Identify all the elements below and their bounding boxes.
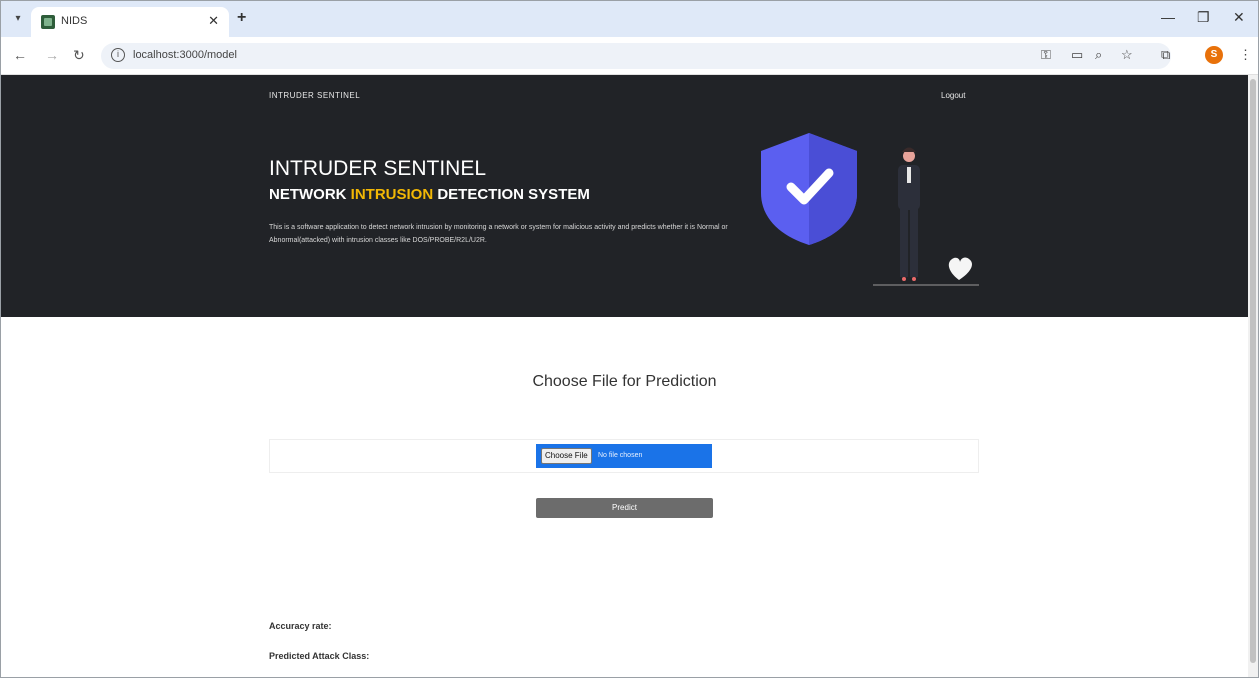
url-text[interactable]: localhost:3000/model: [133, 49, 237, 61]
page-title: Choose File for Prediction: [532, 373, 717, 390]
hero-title: INTRUDER SENTINEL: [269, 157, 487, 180]
predict-button[interactable]: Predict: [536, 498, 713, 518]
logout-link[interactable]: Logout: [941, 91, 965, 100]
browser-tab[interactable]: NIDS ✕: [31, 7, 229, 37]
more-icon[interactable]: ⋮: [1239, 47, 1252, 63]
tab-close-icon[interactable]: ✕: [208, 13, 219, 29]
brand-link[interactable]: INTRUDER SENTINEL: [269, 91, 360, 100]
accuracy-label: Accuracy rate:: [269, 621, 332, 631]
subtitle-accent: INTRUSION: [350, 186, 434, 203]
file-status-text: No file chosen: [598, 452, 643, 459]
minimize-icon[interactable]: —: [1161, 9, 1175, 25]
vertical-scrollbar[interactable]: [1248, 75, 1258, 677]
heart-icon: [948, 257, 973, 280]
extensions-icon[interactable]: ⧉: [1161, 47, 1170, 63]
profile-avatar[interactable]: S: [1205, 46, 1223, 64]
info-icon[interactable]: i: [111, 48, 125, 62]
browser-window: ▾ NIDS ✕ + — ❐ ✕ ← → ↻ i localhost:3000/…: [0, 0, 1259, 678]
cast-icon[interactable]: ▭: [1071, 47, 1083, 63]
restore-icon[interactable]: ❐: [1197, 9, 1210, 26]
tab-search-icon[interactable]: ▾: [9, 11, 27, 27]
browser-toolbar: ← → ↻ i localhost:3000/model ⚿ ▭ ⌕ ☆ ⧉ S…: [1, 37, 1258, 75]
scroll-thumb[interactable]: [1250, 79, 1256, 663]
tab-strip: ▾ NIDS ✕ + — ❐ ✕: [1, 1, 1258, 37]
address-bar[interactable]: i localhost:3000/model: [101, 43, 1171, 69]
hero-section: INTRUDER SENTINEL Logout INTRUDER SENTIN…: [1, 75, 1248, 317]
file-input[interactable]: Choose File No file chosen: [536, 444, 712, 468]
favicon-icon: [41, 15, 55, 29]
back-arrow-icon[interactable]: ←: [13, 47, 27, 63]
forward-arrow-icon[interactable]: →: [45, 47, 59, 63]
zoom-icon[interactable]: ⌕: [1095, 47, 1102, 63]
subtitle-part: DETECTION SYSTEM: [433, 186, 590, 203]
key-icon[interactable]: ⚿: [1041, 47, 1051, 63]
security-illustration: [761, 133, 979, 286]
tab-title: NIDS: [61, 15, 88, 27]
hero-subtitle: NETWORK INTRUSION DETECTION SYSTEM: [269, 186, 590, 203]
reload-icon[interactable]: ↻: [73, 47, 85, 64]
star-icon[interactable]: ☆: [1121, 47, 1133, 63]
page-viewport: INTRUDER SENTINEL Logout INTRUDER SENTIN…: [1, 75, 1248, 677]
person-figure: [898, 147, 920, 281]
window-close-icon[interactable]: ✕: [1233, 9, 1245, 26]
attack-class-label: Predicted Attack Class:: [269, 651, 370, 661]
new-tab-icon[interactable]: +: [237, 9, 246, 27]
subtitle-part: NETWORK: [269, 186, 351, 203]
hero-description: This is a software application to detect…: [269, 224, 728, 244]
choose-file-button[interactable]: Choose File: [541, 448, 592, 464]
shield-check-icon: [761, 133, 857, 245]
